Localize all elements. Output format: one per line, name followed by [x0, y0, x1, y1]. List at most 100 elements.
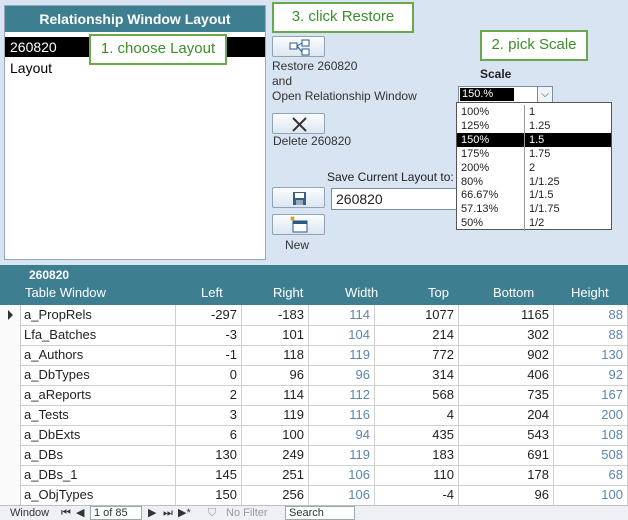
record-selector[interactable]: [0, 325, 21, 345]
cell-right[interactable]: 119: [242, 405, 309, 425]
new-record-icon[interactable]: ▶*: [178, 506, 191, 520]
cell-bottom[interactable]: 406: [459, 365, 554, 385]
col-header-left[interactable]: Left: [201, 285, 223, 300]
col-header-top[interactable]: Top: [428, 285, 449, 300]
cell-bottom[interactable]: 543: [459, 425, 554, 445]
cell-right[interactable]: 249: [242, 445, 309, 465]
last-record-icon[interactable]: ⏭: [163, 506, 173, 520]
cell-right[interactable]: -183: [242, 305, 309, 325]
cell-top[interactable]: 214: [375, 325, 459, 345]
cell-right[interactable]: 96: [242, 365, 309, 385]
cell-height[interactable]: 88: [554, 305, 628, 325]
table-row[interactable]: a_ObjTypes 150 256 106 -4 96 100: [0, 485, 628, 506]
first-record-icon[interactable]: ⏮: [61, 506, 71, 520]
cell-top[interactable]: 314: [375, 365, 459, 385]
cell-height[interactable]: 68: [554, 465, 628, 485]
record-selector[interactable]: [0, 345, 21, 365]
current-record-selector[interactable]: [0, 305, 21, 325]
cell-height[interactable]: 167: [554, 385, 628, 405]
record-selector[interactable]: [0, 485, 21, 505]
scale-option[interactable]: 50% 1/2: [457, 216, 611, 231]
cell-right[interactable]: 118: [242, 345, 309, 365]
cell-left[interactable]: 150: [176, 485, 242, 505]
cell-right[interactable]: 101: [242, 325, 309, 345]
cell-width[interactable]: 119: [309, 345, 375, 365]
table-row[interactable]: a_Tests 3 119 116 4 204 200: [0, 405, 628, 426]
scale-option[interactable]: 100% 1: [457, 105, 611, 120]
delete-button[interactable]: [272, 113, 325, 134]
scale-option[interactable]: 80% 1/1.25: [457, 174, 611, 189]
record-selector[interactable]: [0, 385, 21, 405]
table-row[interactable]: a_DBs_1 145 251 106 110 178 68: [0, 465, 628, 486]
cell-left[interactable]: 2: [176, 385, 242, 405]
datasheet-body[interactable]: a_PropRels -297 -183 114 1077 1165 88 Lfa_Batch…: [0, 305, 628, 506]
scale-option[interactable]: 200% 2: [457, 160, 611, 176]
record-selector[interactable]: [0, 445, 21, 465]
cell-width[interactable]: 114: [309, 305, 375, 325]
table-row[interactable]: Lfa_Batches -3 101 104 214 302 88: [0, 325, 628, 346]
filter-status[interactable]: No Filter: [226, 506, 268, 520]
cell-table-window[interactable]: a_DbTypes: [20, 365, 176, 385]
cell-bottom[interactable]: 1165: [459, 305, 554, 325]
scale-selected-value[interactable]: 150.%: [460, 88, 514, 101]
cell-top[interactable]: 772: [375, 345, 459, 365]
cell-left[interactable]: -297: [176, 305, 242, 325]
cell-table-window[interactable]: a_Tests: [20, 405, 176, 425]
record-selector[interactable]: [0, 365, 21, 385]
cell-bottom[interactable]: 96: [459, 485, 554, 505]
table-row[interactable]: a_aReports 2 114 112 568 735 167: [0, 385, 628, 406]
restore-button[interactable]: [272, 36, 325, 57]
cell-width[interactable]: 96: [309, 365, 375, 385]
cell-width[interactable]: 106: [309, 485, 375, 505]
cell-height[interactable]: 92: [554, 365, 628, 385]
cell-left[interactable]: 145: [176, 465, 242, 485]
cell-width[interactable]: 94: [309, 425, 375, 445]
scale-select[interactable]: 150.% ⌵: [458, 86, 553, 103]
cell-width[interactable]: 106: [309, 465, 375, 485]
cell-width[interactable]: 104: [309, 325, 375, 345]
cell-left[interactable]: 0: [176, 365, 242, 385]
scale-option[interactable]: 66.67% 1/1.5: [457, 188, 611, 203]
cell-bottom[interactable]: 178: [459, 465, 554, 485]
cell-height[interactable]: 108: [554, 425, 628, 445]
cell-height[interactable]: 130: [554, 345, 628, 365]
record-selector[interactable]: [0, 405, 21, 425]
scale-option[interactable]: 125% 1.25: [457, 118, 611, 134]
table-row[interactable]: a_Authors -1 118 119 772 902 130: [0, 345, 628, 366]
table-row[interactable]: a_DbExts 6 100 94 435 543 108: [0, 425, 628, 446]
cell-top[interactable]: -4: [375, 485, 459, 505]
cell-table-window[interactable]: a_DBs_1: [20, 465, 176, 485]
cell-left[interactable]: 3: [176, 405, 242, 425]
table-row[interactable]: a_DbTypes 0 96 96 314 406 92: [0, 365, 628, 386]
cell-width[interactable]: 116: [309, 405, 375, 425]
cell-width[interactable]: 112: [309, 385, 375, 405]
col-header-bottom[interactable]: Bottom: [493, 285, 534, 300]
cell-right[interactable]: 100: [242, 425, 309, 445]
cell-table-window[interactable]: a_aReports: [20, 385, 176, 405]
cell-left[interactable]: -1: [176, 345, 242, 365]
cell-bottom[interactable]: 735: [459, 385, 554, 405]
cell-left[interactable]: 130: [176, 445, 242, 465]
cell-top[interactable]: 183: [375, 445, 459, 465]
col-header-height[interactable]: Height: [571, 285, 609, 300]
cell-left[interactable]: -3: [176, 325, 242, 345]
scale-option[interactable]: 150% 1.5: [457, 132, 611, 148]
cell-top[interactable]: 4: [375, 405, 459, 425]
cell-top[interactable]: 568: [375, 385, 459, 405]
cell-table-window[interactable]: a_DBs: [20, 445, 176, 465]
scale-option[interactable]: 175% 1.75: [457, 146, 611, 162]
cell-table-window[interactable]: a_Authors: [20, 345, 176, 365]
chevron-down-icon[interactable]: ⌵: [537, 87, 552, 102]
record-selector[interactable]: [0, 425, 21, 445]
cell-right[interactable]: 251: [242, 465, 309, 485]
record-selector[interactable]: [0, 465, 21, 485]
cell-table-window[interactable]: a_ObjTypes: [20, 485, 176, 505]
cell-height[interactable]: 508: [554, 445, 628, 465]
cell-height[interactable]: 200: [554, 405, 628, 425]
new-button[interactable]: [272, 214, 325, 235]
next-record-icon[interactable]: ▶: [148, 506, 156, 520]
cell-top[interactable]: 1077: [375, 305, 459, 325]
scale-option[interactable]: 57.13% 1/1.75: [457, 202, 611, 217]
save-layout-input[interactable]: 260820: [331, 188, 457, 210]
col-header-right[interactable]: Right: [273, 285, 303, 300]
